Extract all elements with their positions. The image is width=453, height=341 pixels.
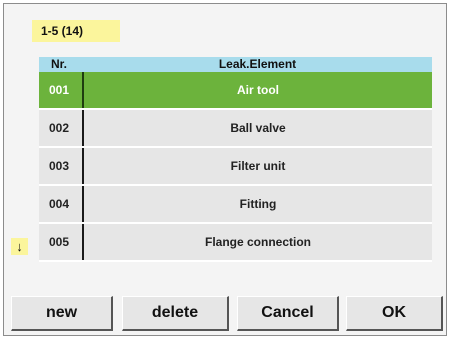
- delete-button[interactable]: delete: [122, 296, 229, 331]
- column-header-leak-element: Leak.Element: [218, 57, 297, 71]
- list-row-002[interactable]: 002 Ball valve: [39, 110, 432, 148]
- list-row-001[interactable]: 001 Air tool: [39, 72, 432, 110]
- page-counter: 1-5 (14): [32, 20, 120, 42]
- ok-button[interactable]: OK: [346, 296, 443, 331]
- row-number: 003: [49, 159, 70, 173]
- row-element: Flange connection: [204, 235, 311, 249]
- row-number: 004: [49, 197, 70, 211]
- list-header: Nr. Leak.Element: [39, 57, 432, 72]
- new-button[interactable]: new: [11, 296, 113, 331]
- row-number: 001: [49, 83, 70, 97]
- cancel-button[interactable]: Cancel: [237, 296, 339, 331]
- row-number: 002: [49, 121, 70, 135]
- row-number: 005: [49, 235, 70, 249]
- list-row-005[interactable]: 005 Flange connection: [39, 224, 432, 262]
- column-header-nr: Nr.: [51, 57, 68, 71]
- row-element: Air tool: [237, 83, 279, 97]
- row-element: Filter unit: [230, 159, 286, 173]
- row-element: Ball valve: [230, 121, 286, 135]
- arrow-down-icon[interactable]: ↓: [11, 238, 28, 255]
- leak-element-list: 001 Air tool 002 Ball valve 003 Filter u…: [39, 72, 432, 262]
- dialog-frame: 1-5 (14) Nr. Leak.Element 001 Air tool 0…: [3, 3, 447, 336]
- list-row-003[interactable]: 003 Filter unit: [39, 148, 432, 186]
- row-element: Fitting: [239, 197, 277, 211]
- list-row-004[interactable]: 004 Fitting: [39, 186, 432, 224]
